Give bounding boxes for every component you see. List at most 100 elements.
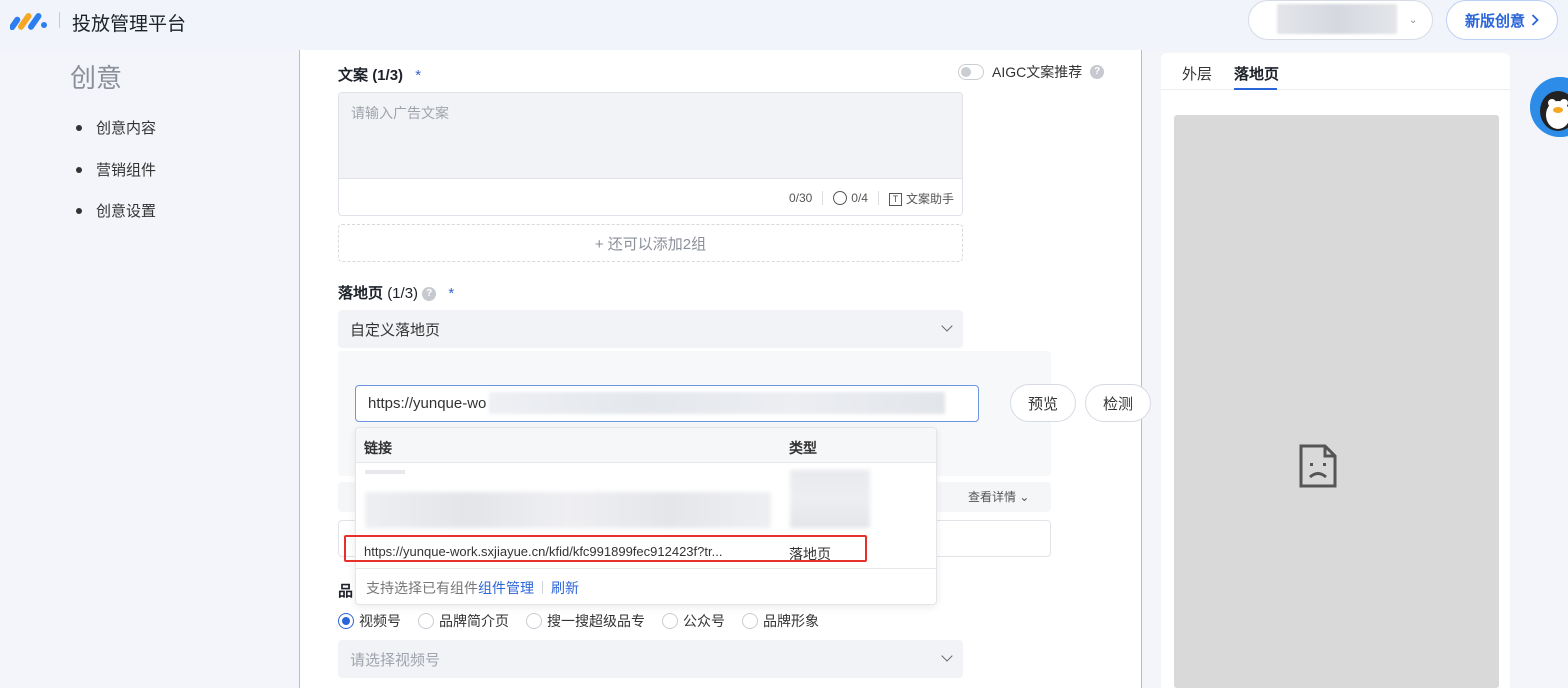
left-nav: 创意 创意内容 营销组件 创意设置 bbox=[0, 50, 298, 688]
chevron-down-icon bbox=[941, 650, 953, 662]
preview-canvas bbox=[1174, 115, 1499, 688]
check-button[interactable]: 检测 bbox=[1085, 384, 1151, 422]
landing-url-value: https://yunque-wo bbox=[368, 395, 487, 412]
url-blurred-region bbox=[489, 392, 945, 414]
nav-item-creative-settings[interactable]: 创意设置 bbox=[76, 200, 156, 221]
radio-icon bbox=[418, 613, 434, 629]
footer-text: 支持选择已有组件 bbox=[366, 579, 478, 596]
preview-tabs: 外层 落地页 bbox=[1161, 53, 1510, 90]
active-tab-indicator bbox=[1234, 88, 1277, 90]
broken-page-icon bbox=[1299, 444, 1337, 488]
nav-item-label: 创意设置 bbox=[96, 203, 157, 220]
radio-search-brand[interactable]: 搜一搜超级品专 bbox=[526, 611, 645, 631]
column-header-link: 链接 bbox=[364, 440, 392, 456]
landing-section-label: 落地页 (1/3) ? * bbox=[338, 282, 454, 303]
radio-brand-intro[interactable]: 品牌简介页 bbox=[418, 611, 509, 631]
divider bbox=[877, 191, 879, 205]
add-copy-group-button[interactable]: + 还可以添加2组 bbox=[338, 224, 963, 262]
radio-video-account[interactable]: 视频号 bbox=[338, 611, 401, 631]
radio-icon bbox=[526, 613, 542, 629]
radio-icon bbox=[662, 613, 678, 629]
radio-label: 视频号 bbox=[359, 613, 401, 629]
main-form-panel: 文案 (1/3) * AIGC文案推荐 ? 请输入广告文案 0/30 0/4 T… bbox=[299, 50, 1151, 688]
chevron-down-icon: ⌄ bbox=[1409, 15, 1418, 26]
landing-count: (1/3) bbox=[387, 285, 419, 302]
view-details-link[interactable]: 查看详情 ⌄ bbox=[968, 488, 1029, 505]
view-details-label: 查看详情 bbox=[968, 490, 1017, 504]
preview-panel: 外层 落地页 bbox=[1161, 53, 1510, 688]
copy-textarea-box: 请输入广告文案 0/30 0/4 T 文案助手 bbox=[338, 92, 963, 216]
highlight-annotation-box bbox=[344, 535, 867, 562]
nav-title: 创意 bbox=[70, 63, 123, 93]
penguin-icon bbox=[1530, 77, 1568, 137]
char-counter: 0/30 bbox=[788, 191, 813, 205]
brand-radio-group: 视频号 品牌简介页 搜一搜超级品专 公众号 品牌形象 bbox=[338, 611, 836, 631]
video-account-placeholder: 请选择视频号 bbox=[350, 651, 441, 669]
aigc-label: AIGC文案推荐 bbox=[992, 64, 1083, 80]
text-icon: T bbox=[888, 192, 902, 206]
bullet-icon bbox=[76, 124, 82, 131]
new-creative-button[interactable]: 新版创意 bbox=[1446, 0, 1558, 40]
nav-item-creative-content[interactable]: 创意内容 bbox=[76, 117, 156, 138]
copy-textarea-footer: 0/30 0/4 T 文案助手 bbox=[339, 179, 962, 215]
chevron-right-icon bbox=[1531, 14, 1539, 26]
nav-item-label: 创意内容 bbox=[96, 120, 157, 137]
copy-textarea[interactable]: 请输入广告文案 bbox=[339, 93, 962, 179]
aigc-toggle-group: AIGC文案推荐 ? bbox=[958, 62, 1105, 82]
preview-button[interactable]: 预览 bbox=[1010, 384, 1076, 422]
required-mark: * bbox=[448, 285, 455, 302]
copy-count: (1/3) bbox=[372, 67, 404, 84]
tab-outer[interactable]: 外层 bbox=[1182, 63, 1212, 84]
radio-official-account[interactable]: 公众号 bbox=[662, 611, 725, 631]
emoji-counter-group[interactable]: 0/4 bbox=[833, 191, 868, 206]
component-manage-link[interactable]: 组件管理 bbox=[478, 578, 534, 598]
top-bar: 投放管理平台 ⌄ 新版创意 bbox=[0, 0, 1568, 50]
nav-item-label: 营销组件 bbox=[96, 162, 157, 179]
radio-label: 品牌形象 bbox=[763, 613, 819, 629]
column-header-type: 类型 bbox=[789, 440, 817, 456]
assistant-avatar-icon[interactable] bbox=[1530, 77, 1568, 137]
dropdown-header: 链接 类型 bbox=[356, 428, 936, 463]
radio-checked-icon bbox=[338, 613, 354, 629]
copy-label-text: 文案 bbox=[338, 67, 369, 84]
logo-divider bbox=[59, 12, 60, 28]
brand-section-label: 品 bbox=[338, 583, 354, 600]
landing-label-text: 落地页 bbox=[338, 285, 384, 302]
copy-section-label: 文案 (1/3) * bbox=[338, 64, 421, 85]
radio-icon bbox=[742, 613, 758, 629]
copy-assistant-label: 文案助手 bbox=[905, 191, 954, 206]
blurred-content bbox=[790, 470, 870, 528]
dropdown-footer: 支持选择已有组件 组件管理 刷新 bbox=[356, 568, 936, 604]
account-selector[interactable]: ⌄ bbox=[1248, 0, 1433, 40]
component-dropdown: 链接 类型 https://yunque-work.sxjiayue.cn/kf… bbox=[355, 427, 937, 605]
required-mark: * bbox=[415, 67, 422, 84]
landing-type-value: 自定义落地页 bbox=[350, 321, 441, 339]
account-name-blurred bbox=[1277, 4, 1397, 34]
emoji-counter: 0/4 bbox=[851, 190, 868, 205]
app-logo-icon[interactable] bbox=[10, 10, 50, 32]
tab-landing-page[interactable]: 落地页 bbox=[1234, 63, 1279, 84]
bullet-icon bbox=[76, 207, 82, 214]
radio-label: 搜一搜超级品专 bbox=[547, 613, 645, 629]
bullet-icon bbox=[76, 166, 82, 173]
emoji-icon bbox=[833, 191, 848, 206]
radio-brand-image[interactable]: 品牌形象 bbox=[742, 611, 819, 631]
chevron-down-icon: ⌄ bbox=[1019, 490, 1030, 504]
app-title: 投放管理平台 bbox=[72, 14, 187, 35]
nav-item-marketing-components[interactable]: 营销组件 bbox=[76, 159, 156, 180]
aigc-switch[interactable] bbox=[958, 64, 984, 80]
refresh-link[interactable]: 刷新 bbox=[551, 578, 579, 598]
video-account-select[interactable]: 请选择视频号 bbox=[338, 640, 963, 678]
divider bbox=[822, 191, 824, 205]
radio-label: 品牌简介页 bbox=[439, 613, 509, 629]
help-icon[interactable]: ? bbox=[1090, 65, 1105, 79]
blurred-content bbox=[365, 492, 771, 528]
blurred-content bbox=[365, 470, 405, 474]
copy-assistant-button[interactable]: T 文案助手 bbox=[888, 190, 954, 207]
new-creative-label: 新版创意 bbox=[1464, 12, 1525, 30]
landing-type-select[interactable]: 自定义落地页 bbox=[338, 310, 963, 348]
help-icon[interactable]: ? bbox=[422, 287, 437, 302]
divider bbox=[542, 581, 543, 594]
radio-label: 公众号 bbox=[683, 613, 725, 629]
landing-url-input[interactable]: https://yunque-wo bbox=[355, 385, 979, 422]
